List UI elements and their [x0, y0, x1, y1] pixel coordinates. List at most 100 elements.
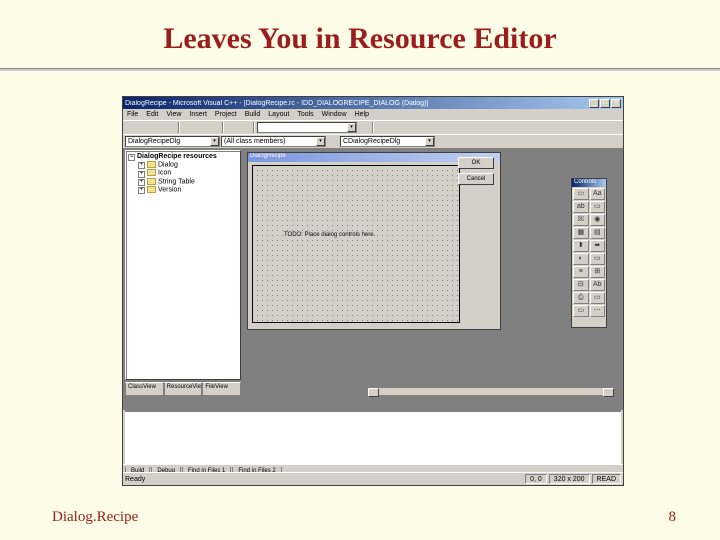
statusbar: Ready 0, 0 320 x 200 READ: [123, 472, 623, 485]
controls-toolbox[interactable]: Controls ▭ Aa ab ▭ ☒ ◉ ▦ ▤ ⬍ ⬌ ◐ ▭ ≡ ⊞ ⊟: [571, 178, 607, 328]
toolbox-title: Controls: [572, 179, 606, 187]
tool-spin-icon[interactable]: ◐: [573, 253, 589, 265]
tree-root[interactable]: −DialogRecipe resources: [128, 153, 238, 161]
horizontal-scrollbar[interactable]: [367, 387, 615, 396]
menu-file[interactable]: File: [127, 111, 138, 118]
ok-button[interactable]: OK: [458, 157, 494, 169]
tool-static-icon[interactable]: Aa: [590, 188, 606, 200]
standard-toolbar: ▾: [123, 120, 623, 134]
minus-icon[interactable]: −: [128, 154, 135, 161]
tree-node-version[interactable]: +Version: [138, 186, 238, 194]
tile-icon[interactable]: [376, 122, 388, 133]
workspace-tabs: ClassView ResourceView FileView: [125, 382, 241, 396]
menu-insert[interactable]: Insert: [189, 111, 207, 118]
tree-node-icon[interactable]: +Icon: [138, 169, 238, 177]
members-combo[interactable]: (All class members) ▾: [221, 136, 326, 147]
menu-project[interactable]: Project: [215, 111, 237, 118]
wizard-icon[interactable]: [449, 136, 461, 147]
menu-tools[interactable]: Tools: [297, 111, 313, 118]
dialog-static-text[interactable]: TODO: Place dialog controls here.: [283, 232, 376, 238]
help-icon[interactable]: [389, 122, 401, 133]
tab-resourceview[interactable]: ResourceView: [164, 382, 203, 396]
filter-combo[interactable]: CDialogRecipeDlg ▾: [340, 136, 435, 147]
tool-progress-icon[interactable]: ▭: [590, 253, 606, 265]
paste-icon[interactable]: [208, 122, 220, 133]
status-read: READ: [592, 474, 621, 484]
workarea: −DialogRecipe resources + Dialog +Icon +S…: [123, 148, 623, 410]
ide-window: DialogRecipe - Microsoft Visual C++ - [D…: [122, 96, 624, 486]
folder-icon: [147, 186, 156, 193]
dialog-canvas[interactable]: TODO: Place dialog controls here.: [252, 165, 460, 323]
find-icon[interactable]: [358, 122, 370, 133]
undo-icon[interactable]: [226, 122, 238, 133]
tool-custom-icon[interactable]: ⋯: [590, 305, 606, 317]
tool-checkbox-icon[interactable]: ☒: [573, 214, 589, 226]
dialog-editor-window[interactable]: DialogRecipe TODO: Place dialog controls…: [247, 152, 501, 330]
menu-edit[interactable]: Edit: [146, 111, 158, 118]
member-icon[interactable]: [327, 136, 339, 147]
divider: [0, 68, 720, 71]
minimize-button[interactable]: _: [589, 99, 599, 108]
filter-combo-value: CDialogRecipeDlg: [343, 138, 400, 145]
tool-richedit-icon[interactable]: ▭: [573, 305, 589, 317]
tool-pointer-icon[interactable]: ▭: [573, 188, 589, 200]
menu-view[interactable]: View: [166, 111, 181, 118]
new-icon[interactable]: [125, 122, 137, 133]
tool-listbox-icon[interactable]: ▤: [590, 227, 606, 239]
tool-animate-icon[interactable]: ▭: [590, 292, 606, 304]
chevron-down-icon[interactable]: ▾: [425, 137, 434, 146]
copy-icon[interactable]: [195, 122, 207, 133]
resource-tree[interactable]: −DialogRecipe resources + Dialog +Icon +S…: [125, 150, 241, 380]
folder-icon: [147, 169, 156, 176]
status-size: 320 x 200: [549, 474, 590, 484]
menu-layout[interactable]: Layout: [268, 111, 289, 118]
workspace-combo[interactable]: ▾: [257, 122, 357, 133]
tool-hotkey-icon[interactable]: ⊞: [590, 266, 606, 278]
tree-label: Dialog: [158, 161, 178, 168]
cut-icon[interactable]: [182, 122, 194, 133]
tree-node-dialog[interactable]: + Dialog: [138, 161, 238, 169]
menu-help[interactable]: Help: [355, 111, 369, 118]
goto-icon[interactable]: [436, 136, 448, 147]
close-button[interactable]: ×: [611, 99, 621, 108]
tool-tree-icon[interactable]: Ab: [590, 279, 606, 291]
tool-vscroll-icon[interactable]: ⬍: [573, 240, 589, 252]
folder-icon: [147, 178, 156, 185]
tool-slider-icon[interactable]: ≡: [573, 266, 589, 278]
window-buttons: _ □ ×: [589, 99, 621, 108]
separator: [253, 122, 255, 133]
page-number: 8: [669, 509, 677, 526]
separator: [178, 122, 180, 133]
class-combo[interactable]: DialogRecipeDlg ▾: [125, 136, 220, 147]
status-position: 0, 0: [525, 474, 547, 484]
maximize-button[interactable]: □: [600, 99, 610, 108]
tool-combo-icon[interactable]: ▦: [573, 227, 589, 239]
chevron-down-icon[interactable]: ▾: [347, 123, 356, 132]
tool-radio-icon[interactable]: ◉: [590, 214, 606, 226]
tool-tab-icon[interactable]: ⎙: [573, 292, 589, 304]
tree-node-stringtable[interactable]: +String Table: [138, 178, 238, 186]
plus-icon[interactable]: +: [138, 171, 145, 178]
open-icon[interactable]: [138, 122, 150, 133]
menu-window[interactable]: Window: [322, 111, 347, 118]
chevron-down-icon[interactable]: ▾: [210, 137, 219, 146]
class-combo-value: DialogRecipeDlg: [128, 138, 180, 145]
chevron-down-icon[interactable]: ▾: [316, 137, 325, 146]
output-pane[interactable]: [125, 410, 621, 464]
tab-fileview[interactable]: FileView: [202, 382, 241, 396]
plus-icon[interactable]: +: [138, 162, 145, 169]
plus-icon[interactable]: +: [138, 179, 145, 186]
plus-icon[interactable]: +: [138, 187, 145, 194]
tool-group-icon[interactable]: ▭: [590, 201, 606, 213]
footer-left: Dialog.Recipe: [52, 509, 138, 526]
save-icon[interactable]: [151, 122, 163, 133]
separator: [372, 122, 374, 133]
tool-hscroll-icon[interactable]: ⬌: [590, 240, 606, 252]
tool-list-icon[interactable]: ⊟: [573, 279, 589, 291]
tab-classview[interactable]: ClassView: [125, 382, 164, 396]
tool-edit-icon[interactable]: ab: [573, 201, 589, 213]
cancel-button[interactable]: Cancel: [458, 173, 494, 185]
menu-build[interactable]: Build: [245, 111, 261, 118]
redo-icon[interactable]: [239, 122, 251, 133]
save-all-icon[interactable]: [164, 122, 176, 133]
